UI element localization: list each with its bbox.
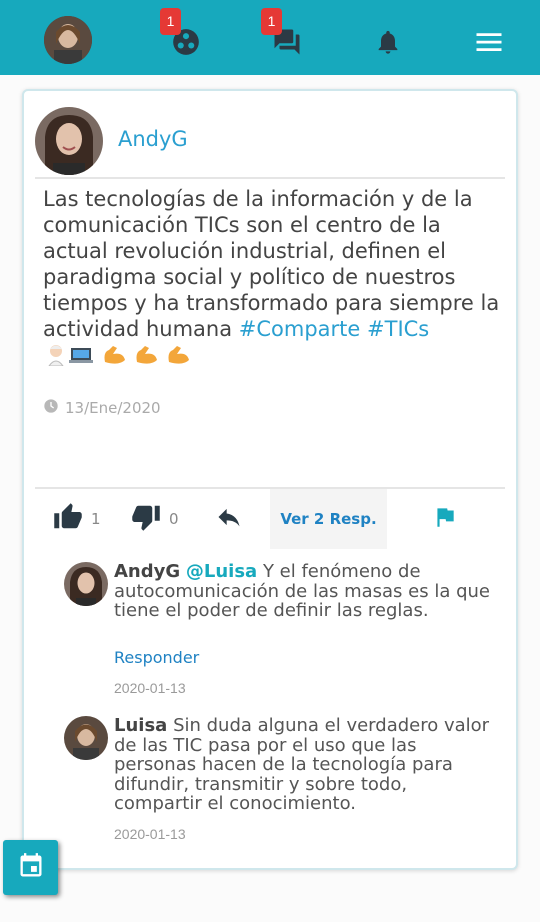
comment-text: Luisa Sin duda alguna el verdadero valor… (114, 716, 492, 814)
hashtag-tics[interactable]: #TICs (367, 317, 429, 341)
comment-date: 2020-01-13 (114, 826, 186, 842)
reply-button[interactable] (215, 489, 243, 549)
dislike-button[interactable]: 0 (131, 489, 179, 549)
header-divider (35, 177, 505, 179)
comment-avatar[interactable] (64, 562, 108, 606)
chat-badge: 1 (261, 8, 282, 35)
groups-badge: 1 (160, 8, 181, 35)
report-button[interactable] (432, 489, 458, 549)
post-date-row: 13/Ene/2020 (43, 398, 161, 418)
reply-arrow-icon (215, 503, 243, 535)
menu-icon[interactable] (474, 27, 504, 57)
comment-reply-link[interactable]: Responder (114, 648, 199, 667)
comment-avatar[interactable] (64, 716, 108, 760)
comment-author[interactable]: Luisa (114, 715, 167, 736)
top-nav-bar: 1 1 (0, 0, 540, 75)
comment-author[interactable]: AndyG (114, 561, 180, 582)
clock-icon (43, 398, 59, 418)
comment-text: AndyG @Luisa Y el fenómeno de autocomuni… (114, 562, 492, 621)
thumbs-down-icon (131, 502, 161, 536)
post-author-name[interactable]: AndyG (118, 127, 188, 151)
emoji-row (43, 342, 189, 372)
post-content: Las tecnologías de la información y de l… (43, 186, 503, 372)
like-button[interactable]: 1 (53, 489, 101, 549)
thumbs-up-icon (53, 502, 83, 536)
calendar-icon (17, 852, 45, 884)
flag-icon (432, 504, 458, 534)
view-replies-button[interactable]: Ver 2 Resp. (270, 489, 387, 549)
comment-mention[interactable]: @Luisa (186, 561, 257, 582)
dislike-count: 0 (169, 510, 179, 528)
bell-icon[interactable] (373, 27, 403, 57)
calendar-fab[interactable] (3, 840, 58, 895)
like-count: 1 (91, 510, 101, 528)
profile-avatar[interactable] (44, 16, 92, 64)
hashtag-comparte[interactable]: #Comparte (239, 317, 361, 341)
comment-body: Sin duda alguna el verdadero valor de la… (114, 715, 490, 814)
post-date: 13/Ene/2020 (65, 399, 161, 417)
post-actions: 1 0 Ver 2 Resp. (35, 489, 505, 549)
author-avatar[interactable] (35, 107, 103, 175)
comment-date: 2020-01-13 (114, 680, 186, 696)
